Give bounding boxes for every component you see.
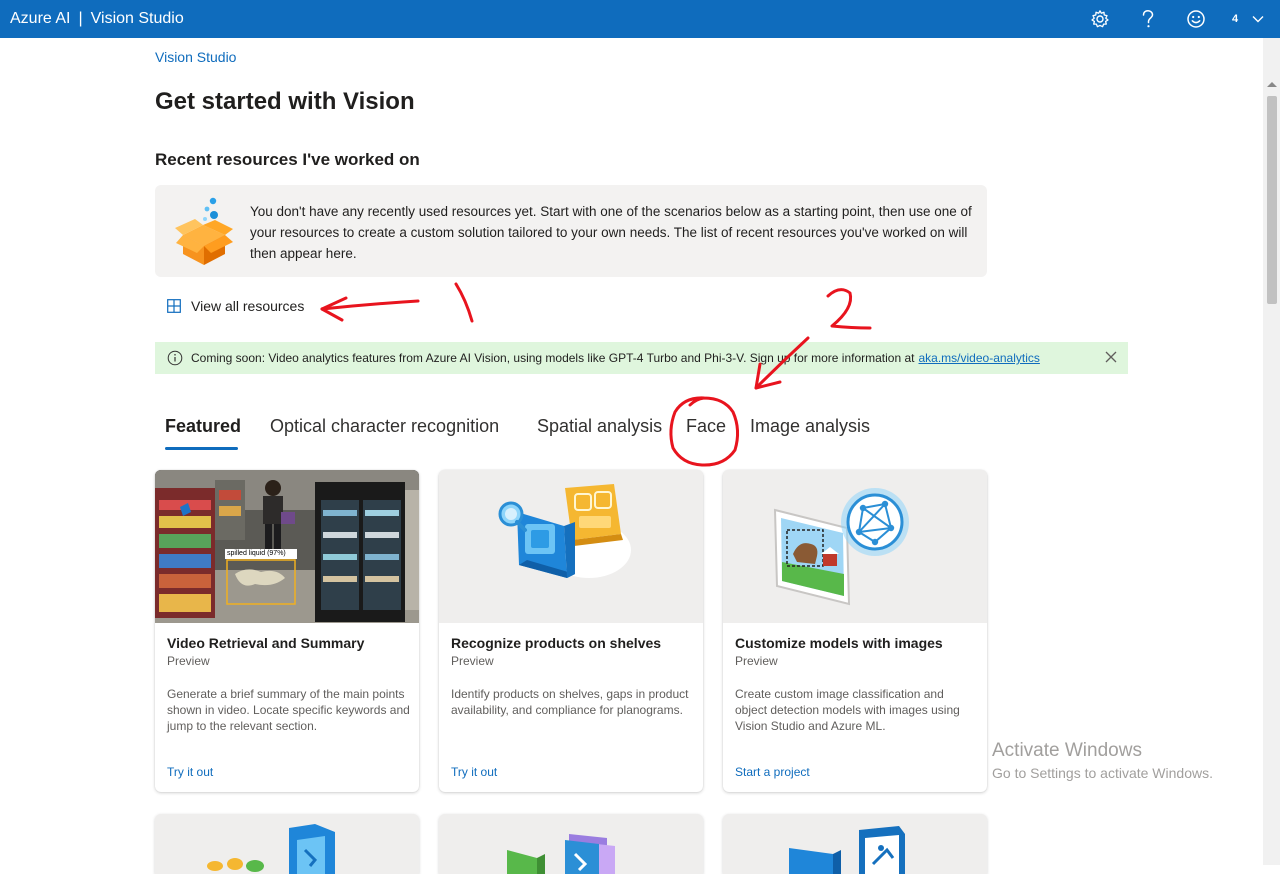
banner-message: Coming soon: Video analytics features fr… — [191, 351, 1040, 365]
card-description: Identify products on shelves, gaps in pr… — [451, 687, 689, 717]
activate-windows-title: Activate Windows — [992, 740, 1142, 761]
tab-face[interactable]: Face — [686, 416, 726, 437]
help-button[interactable] — [1136, 0, 1160, 38]
product-name: Vision Studio — [90, 10, 184, 27]
brand-name: Azure AI — [10, 10, 71, 27]
empty-state-message: You don't have any recently used resourc… — [250, 204, 972, 261]
view-all-resources-label: View all resources — [191, 298, 305, 314]
card-illustration — [723, 814, 987, 874]
card-customize-models[interactable]: Customize models with images Preview Cre… — [723, 470, 987, 792]
card-title: Customize models with images — [735, 635, 943, 651]
page-scrollbar[interactable] — [1263, 38, 1280, 865]
card-row2-item[interactable] — [439, 814, 703, 874]
card-image — [439, 470, 703, 623]
card-title: Video Retrieval and Summary — [167, 635, 365, 651]
card-action-link[interactable]: Try it out — [451, 765, 497, 779]
card-description: Create custom image classification and o… — [735, 687, 960, 733]
tab-image-analysis[interactable]: Image analysis — [750, 416, 870, 437]
question-icon — [1142, 10, 1154, 28]
close-icon[interactable] — [1104, 350, 1118, 364]
app-title[interactable]: Azure AI | Vision Studio — [10, 0, 184, 38]
top-bar: Azure AI | Vision Studio 4 — [0, 0, 1280, 38]
card-tag: Preview — [167, 654, 210, 668]
account-label: 4 — [1231, 13, 1239, 25]
card-row2-item[interactable] — [723, 814, 987, 874]
detection-label: spilled liquid (97%) — [227, 550, 286, 557]
feedback-button[interactable] — [1184, 0, 1208, 38]
info-icon — [167, 350, 183, 366]
shelf-scanner-illustration — [439, 470, 703, 623]
account-menu[interactable]: 4 — [1226, 0, 1270, 38]
tab-optical-character-recognition[interactable]: Optical character recognition — [270, 416, 499, 437]
breadcrumb[interactable]: Vision Studio — [155, 49, 236, 65]
tab-spatial-analysis[interactable]: Spatial analysis — [537, 416, 662, 437]
card-image: spilled liquid (97%) — [155, 470, 419, 623]
gear-icon — [1091, 10, 1109, 28]
recent-resources-empty-state: You don't have any recently used resourc… — [155, 185, 987, 277]
card-description: Generate a brief summary of the main poi… — [167, 687, 410, 733]
settings-button[interactable] — [1088, 0, 1112, 38]
card-recognize-products[interactable]: Recognize products on shelves Preview Id… — [439, 470, 703, 792]
card-tag: Preview — [735, 654, 778, 668]
grid-icon — [167, 299, 181, 313]
activate-windows-subtitle: Go to Settings to activate Windows. — [992, 765, 1213, 781]
banner-text: Coming soon: Video analytics features fr… — [191, 351, 915, 365]
view-all-resources-link[interactable]: View all resources — [167, 298, 304, 314]
card-tag: Preview — [451, 654, 494, 668]
active-tab-indicator — [165, 447, 238, 450]
card-image — [723, 470, 987, 623]
chevron-down-icon — [1252, 16, 1264, 23]
tab-featured[interactable]: Featured — [165, 416, 241, 437]
open-box-icon — [175, 197, 233, 265]
store-video-frame-image — [155, 470, 419, 623]
brand-separator: | — [78, 10, 83, 27]
card-action-link[interactable]: Try it out — [167, 765, 213, 779]
scroll-thumb[interactable] — [1267, 96, 1277, 304]
card-action-link[interactable]: Start a project — [735, 765, 810, 779]
recent-resources-title: Recent resources I've worked on — [155, 150, 420, 169]
smiley-icon — [1187, 10, 1205, 28]
scroll-up-arrow-icon[interactable] — [1267, 82, 1277, 87]
announcement-banner: Coming soon: Video analytics features fr… — [155, 342, 1128, 374]
custom-model-illustration — [723, 470, 987, 623]
video-analytics-link[interactable]: aka.ms/video-analytics — [919, 351, 1040, 365]
card-row2-item[interactable] — [155, 814, 419, 874]
card-illustration — [155, 814, 419, 874]
card-title: Recognize products on shelves — [451, 635, 662, 651]
card-illustration — [439, 814, 703, 874]
card-video-retrieval[interactable]: spilled liquid (97%) Video Retrieval and… — [155, 470, 419, 792]
page-title: Get started with Vision — [155, 88, 415, 115]
